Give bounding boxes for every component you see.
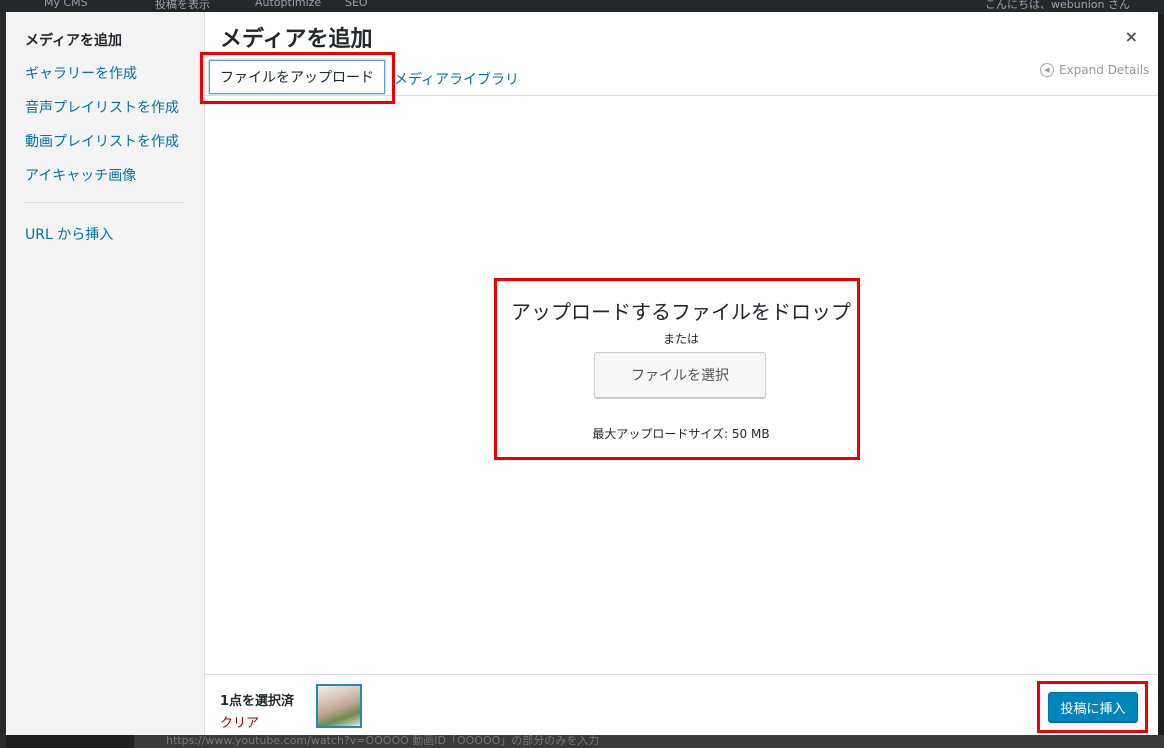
background-editor: https://www.youtube.com/watch?v=OOOOO 動画…	[134, 734, 1164, 748]
admin-bar-greeting[interactable]: こんにちは、webunion さん	[985, 0, 1130, 12]
admin-bar-seo[interactable]: SEO	[345, 0, 368, 9]
tab-media-library[interactable]: メディアライブラリ	[394, 69, 519, 89]
admin-bar-view-post[interactable]: 投稿を表示	[155, 0, 210, 12]
selection-count: 1点を選択済	[220, 694, 295, 709]
menu-separator	[25, 202, 184, 203]
media-menu: メディアを追加 ギャラリーを作成 音声プレイリストを作成 動画プレイリストを作成…	[6, 12, 205, 735]
insert-into-post-button[interactable]: 投稿に挿入	[1048, 692, 1138, 722]
max-upload-size: 最大アップロードサイズ: 50 MB	[592, 427, 770, 441]
clear-selection-link[interactable]: クリア	[220, 712, 259, 731]
collapse-arrow-icon: ◀	[1040, 63, 1054, 77]
or-text: または	[662, 332, 699, 346]
menu-item-create-video-playlist[interactable]: 動画プレイリストを作成	[25, 131, 179, 151]
media-modal: メディアを追加 ギャラリーを作成 音声プレイリストを作成 動画プレイリストを作成…	[6, 12, 1158, 735]
media-toolbar: 1点を選択済 クリア 投稿に挿入	[205, 674, 1158, 735]
drop-zone-text: アップロードするファイルをドロップ	[511, 300, 851, 324]
menu-item-insert-from-url[interactable]: URL から挿入	[25, 224, 113, 244]
header-divider	[205, 95, 1158, 96]
selected-attachment-thumbnail[interactable]	[316, 684, 362, 728]
tab-upload-files[interactable]: ファイルをアップロード	[209, 60, 385, 94]
admin-bar-site-name[interactable]: My CMS	[44, 0, 88, 9]
select-files-button[interactable]: ファイルを選択	[594, 352, 766, 398]
menu-item-create-gallery[interactable]: ギャラリーを作成	[25, 63, 137, 83]
menu-item-add-media[interactable]: メディアを追加	[25, 30, 122, 50]
admin-bar-autoptimize[interactable]: Autoptimize	[255, 0, 321, 9]
menu-item-featured-image[interactable]: アイキャッチ画像	[25, 165, 136, 185]
expand-details-label: Expand Details	[1059, 63, 1150, 77]
modal-title: メディアを追加	[220, 27, 373, 52]
expand-details-button[interactable]: ◀ Expand Details	[1040, 63, 1149, 77]
close-icon[interactable]: ×	[1125, 27, 1138, 46]
menu-item-create-audio-playlist[interactable]: 音声プレイリストを作成	[25, 97, 179, 117]
